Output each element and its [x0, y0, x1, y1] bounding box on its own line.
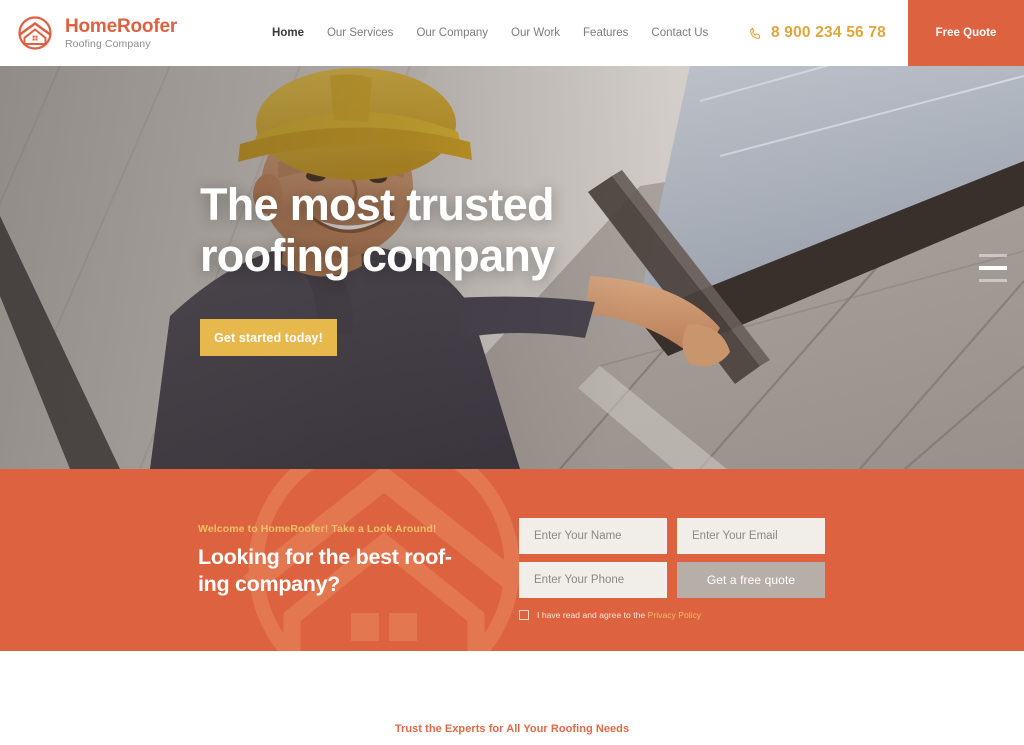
hero-slider: The most trusted roofing company Get sta… [0, 66, 1024, 469]
phone-number: 8 900 234 56 78 [770, 24, 886, 41]
form-row-1 [519, 518, 825, 554]
brand-text: HomeRoofer Roofing Company [65, 17, 177, 50]
cta-text-block: Welcome to HomeRoofer! Take a Look Aroun… [198, 523, 498, 598]
name-input[interactable] [519, 518, 667, 554]
house-circle-logo-icon [14, 12, 56, 54]
bottom-section: Trust the Experts for All Your Roofing N… [0, 651, 1024, 745]
consent-row: I have read and agree to the Privacy Pol… [519, 610, 825, 620]
privacy-policy-link[interactable]: Privacy Policy [648, 610, 702, 620]
hero-title-line-1: The most trusted [200, 178, 555, 230]
get-a-free-quote-button[interactable]: Get a free quote [677, 562, 825, 598]
cta-heading-line-2: ing company? [198, 572, 341, 597]
slider-navigation [979, 253, 1007, 282]
get-started-button[interactable]: Get started today! [200, 319, 337, 357]
page-root: HomeRoofer Roofing Company Home Our Serv… [0, 0, 1024, 745]
header-phone[interactable]: 8 900 234 56 78 [748, 24, 886, 42]
cta-heading-line-1: Looking for the best roof- [198, 545, 452, 569]
nav-item-our-services[interactable]: Our Services [327, 27, 393, 39]
cta-heading: Looking for the best roof- ing company? [198, 544, 498, 598]
slider-dot-3[interactable] [979, 278, 1007, 282]
brand-tagline: Roofing Company [65, 37, 151, 50]
brand-name: HomeRoofer [65, 15, 178, 37]
hero-content: The most trusted roofing company Get sta… [200, 66, 555, 469]
main-navigation: Home Our Services Our Company Our Work F… [272, 27, 708, 39]
email-input[interactable] [677, 518, 825, 554]
hero-title: The most trusted roofing company [200, 179, 555, 282]
phone-icon [748, 26, 763, 41]
form-row-2: Get a free quote [519, 562, 825, 598]
hero-title-line-2: roofing company [200, 230, 555, 281]
nav-item-features[interactable]: Features [583, 27, 628, 39]
slider-dot-1[interactable] [979, 253, 1007, 257]
nav-item-our-company[interactable]: Our Company [416, 27, 488, 39]
free-quote-button[interactable]: Free Quote [908, 0, 1024, 66]
slider-dot-2[interactable] [979, 265, 1007, 270]
phone-input[interactable] [519, 562, 667, 598]
cta-eyebrow: Welcome to HomeRoofer! Take a Look Aroun… [198, 523, 437, 535]
consent-label: I have read and agree to the Privacy Pol… [537, 610, 701, 620]
site-header: HomeRoofer Roofing Company Home Our Serv… [0, 0, 1024, 66]
nav-item-contact-us[interactable]: Contact Us [651, 27, 708, 39]
quote-request-form: Get a free quote I have read and agree t… [519, 518, 825, 620]
nav-item-our-work[interactable]: Our Work [511, 27, 560, 39]
nav-item-home[interactable]: Home [272, 27, 304, 39]
bottom-eyebrow: Trust the Experts for All Your Roofing N… [394, 723, 630, 735]
brand-logo[interactable]: HomeRoofer Roofing Company [14, 12, 177, 54]
consent-text: I have read and agree to the [537, 610, 646, 620]
consent-checkbox[interactable] [519, 610, 529, 620]
cta-section: Welcome to HomeRoofer! Take a Look Aroun… [0, 469, 1024, 651]
